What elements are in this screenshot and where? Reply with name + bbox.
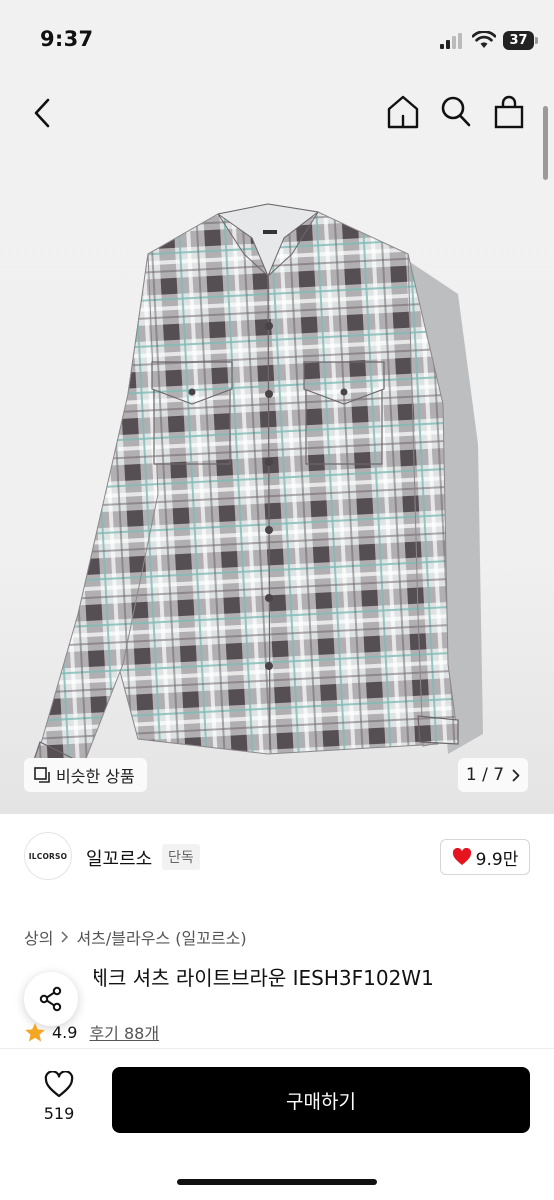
share-button[interactable]	[24, 972, 78, 1026]
brand-like-count: 9.9만	[475, 849, 519, 870]
rating-value: 4.9	[52, 1022, 78, 1042]
share-icon	[39, 986, 62, 1012]
bottom-action-bar: 519 구매하기	[0, 1048, 554, 1200]
battery-tip	[535, 37, 538, 44]
similar-items-icon	[34, 767, 50, 783]
status-bar: 9:37 37	[0, 0, 554, 82]
home-icon[interactable]	[386, 94, 420, 130]
search-icon[interactable]	[440, 95, 472, 129]
category-breadcrumb: 상의 셔츠/블라우스 (일꼬르소)	[24, 925, 247, 949]
breadcrumb-item[interactable]: 상의	[24, 925, 53, 949]
wishlist-count: 519	[43, 1104, 75, 1123]
plaid-shirt-image	[33, 203, 483, 774]
heart-outline-icon	[44, 1070, 74, 1098]
brand-like-button[interactable]: 9.9만	[440, 839, 530, 875]
status-time: 9:37	[40, 27, 94, 51]
brand-row: ILCORSO 일꼬르소 단독 9.9만	[0, 832, 554, 882]
shopping-bag-icon[interactable]	[492, 94, 526, 130]
cellular-signal-icon	[440, 33, 462, 49]
reviews-link[interactable]: 후기 88개	[89, 1020, 159, 1044]
exclusive-badge: 단독	[162, 844, 200, 870]
image-pager[interactable]: 1 / 7	[458, 758, 528, 792]
pager-count: 1 / 7	[465, 765, 505, 785]
back-arrow-icon[interactable]	[28, 96, 58, 130]
product-title: 옴브레 체크 셔츠 라이트브라운 IESH3F102W1	[28, 966, 434, 990]
home-indicator	[177, 1179, 377, 1185]
similar-products-button[interactable]: 비슷한 상품	[24, 758, 147, 792]
battery-indicator: 37	[503, 31, 534, 50]
chevron-right-icon	[61, 931, 69, 943]
scrollbar-thumb[interactable]	[543, 106, 548, 180]
wishlist-button[interactable]: 519	[34, 1070, 84, 1123]
star-icon	[25, 1022, 45, 1041]
similar-products-label: 비슷한 상품	[56, 767, 135, 786]
product-image-gallery[interactable]: 비슷한 상품 1 / 7	[0, 82, 554, 814]
brand-name-link[interactable]: 일꼬르소	[86, 845, 152, 871]
rating-row: 4.9 후기 88개	[24, 1020, 159, 1044]
heart-filled-icon	[452, 848, 471, 865]
breadcrumb-item[interactable]: 셔츠/블라우스 (일꼬르소)	[76, 925, 246, 949]
chevron-right-icon	[512, 769, 520, 781]
wifi-icon	[472, 31, 496, 48]
buy-button[interactable]: 구매하기	[112, 1067, 530, 1133]
brand-logo[interactable]: ILCORSO	[24, 832, 72, 880]
